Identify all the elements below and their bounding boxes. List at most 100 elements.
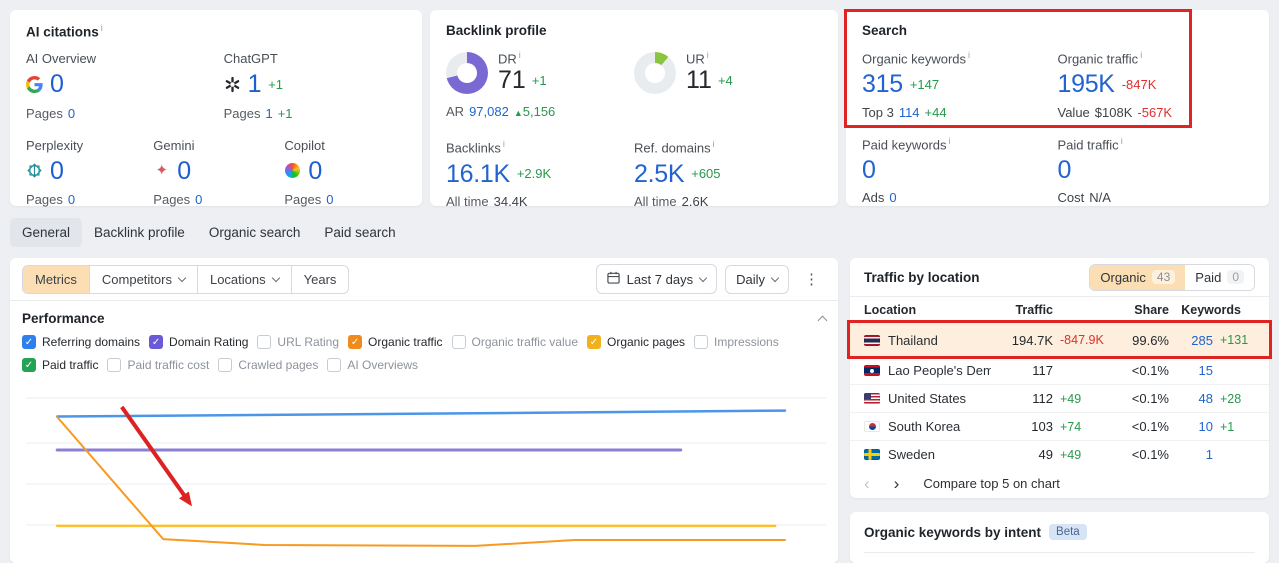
pages-link[interactable]: 0 xyxy=(326,192,333,207)
traffic-by-location-card: Traffic by location Organic 43 Paid 0 Loca… xyxy=(847,258,1272,498)
organic-paid-toggle: Organic 43 Paid 0 xyxy=(1089,263,1255,291)
filter-bar: Metrics Competitors Locations Years Last… xyxy=(10,258,838,300)
checkbox-organic-traffic[interactable]: ✓ Organic traffic xyxy=(348,335,443,349)
years-filter-button[interactable]: Years xyxy=(290,265,349,293)
checkbox-domain-rating[interactable]: ✓ Domain Rating xyxy=(149,335,248,349)
ai-citation-chatgpt: ChatGPT 1 +1 Pages 1 +1 xyxy=(223,51,293,121)
flag-sweden-icon xyxy=(864,449,880,460)
checkbox-icon[interactable] xyxy=(218,358,233,372)
checkbox-impressions[interactable]: Impressions xyxy=(694,335,779,349)
paid-traffic-link[interactable]: 0 xyxy=(1058,157,1072,184)
date-range-button[interactable]: Last 7 days xyxy=(595,264,718,294)
checkbox-icon[interactable]: ✓ xyxy=(149,335,164,349)
checkbox-icon[interactable]: ✓ xyxy=(22,335,36,349)
table-row-sweden[interactable]: Sweden 49 +49 <0.1% 1 xyxy=(850,440,1269,468)
flag-united-states-icon xyxy=(864,393,880,404)
backlinks-link[interactable]: 16.1K xyxy=(446,160,510,187)
ai-citation-ai-overview: AI Overview 0 Pages 0 xyxy=(26,51,97,121)
checkbox-paid-traffic-cost[interactable]: Paid traffic cost xyxy=(107,358,209,372)
checkbox-organic-traffic-value[interactable]: Organic traffic value xyxy=(451,335,578,349)
paid-count-badge: 0 xyxy=(1227,270,1244,284)
ur-donut xyxy=(634,51,676,94)
collapse-section-icon[interactable] xyxy=(817,315,828,326)
paid-traffic-block: Paid traffic i 0 Cost N/A xyxy=(1057,135,1123,206)
keywords-link[interactable]: 10 xyxy=(1169,419,1213,434)
info-icon: i xyxy=(518,50,521,60)
checkbox-crawled-pages[interactable]: Crawled pages xyxy=(218,358,318,372)
metrics-filter-button[interactable]: Metrics xyxy=(23,265,89,293)
checkbox-ai-overviews[interactable]: AI Overviews xyxy=(327,358,418,372)
checkbox-paid-traffic[interactable]: ✓ Paid traffic xyxy=(22,358,98,372)
tab-organic-search[interactable]: Organic search xyxy=(197,218,313,247)
info-icon: i xyxy=(1120,135,1123,146)
google-icon xyxy=(26,75,43,93)
domain-rating-block: DR i 71 +1 AR 97,082 ▲5,156 xyxy=(446,50,556,120)
organic-keywords-link[interactable]: 315 xyxy=(862,71,903,98)
checkbox-referring-domains[interactable]: ✓ Referring domains xyxy=(22,335,140,349)
more-options-button[interactable]: ⋮ xyxy=(797,267,826,291)
checkbox-icon[interactable] xyxy=(451,335,466,349)
toggle-organic[interactable]: Organic 43 xyxy=(1090,264,1186,290)
ur-value: 11 xyxy=(686,66,712,95)
checkbox-icon[interactable]: ✓ xyxy=(22,358,36,372)
checkbox-icon[interactable]: ✓ xyxy=(587,335,601,349)
ahrefs-rank-link[interactable]: 97,082 xyxy=(469,104,509,119)
table-row-laos[interactable]: Lao People's Democratic Rep 117 <0.1% 15 xyxy=(850,356,1269,384)
checkbox-icon[interactable] xyxy=(694,335,709,349)
copilot-value: 0 xyxy=(308,156,322,185)
gemini-value: 0 xyxy=(177,156,191,185)
beta-badge: Beta xyxy=(1049,524,1087,540)
performance-chart xyxy=(26,397,826,547)
traffic-by-location-title: Traffic by location xyxy=(864,269,980,285)
pages-link[interactable]: 0 xyxy=(68,106,75,121)
copilot-icon xyxy=(284,162,301,179)
ads-link[interactable]: 0 xyxy=(889,190,896,205)
table-row-united-states[interactable]: United States 112 +49 <0.1% 48 +28 xyxy=(850,384,1269,412)
paid-keywords-link[interactable]: 0 xyxy=(862,157,876,184)
search-card: Search Organic keywords i 315 +147 Top 3 11… xyxy=(846,10,1269,206)
ai-overview-value: 0 xyxy=(50,70,64,99)
checkbox-url-rating[interactable]: URL Rating xyxy=(257,335,339,349)
keywords-link[interactable]: 285 xyxy=(1169,333,1213,348)
chevron-down-icon xyxy=(177,273,187,282)
performance-card: Metrics Competitors Locations Years Last… xyxy=(10,258,838,563)
tab-backlink-profile[interactable]: Backlink profile xyxy=(82,218,197,247)
locations-filter-button[interactable]: Locations xyxy=(196,265,291,293)
info-icon: i xyxy=(968,50,971,60)
competitors-filter-button[interactable]: Competitors xyxy=(88,265,197,293)
ref-domains-link[interactable]: 2.5K xyxy=(634,160,685,187)
pages-link[interactable]: 0 xyxy=(195,192,202,207)
pagination-prev-icon[interactable]: ‹ xyxy=(864,475,870,492)
chevron-down-icon xyxy=(698,273,708,282)
chevron-down-icon xyxy=(271,273,280,282)
red-arrow-annotation xyxy=(120,405,192,507)
backlinks-block: Backlinks i 16.1K +2.9K All time 34.4K xyxy=(446,139,552,209)
perplexity-value: 0 xyxy=(50,156,64,185)
keywords-link[interactable]: 15 xyxy=(1169,363,1213,378)
info-icon: i xyxy=(100,23,103,33)
organic-traffic-link[interactable]: 195K xyxy=(1058,71,1115,98)
pages-link[interactable]: 1 xyxy=(265,106,272,121)
compare-top5-link[interactable]: Compare top 5 on chart xyxy=(923,476,1060,491)
pages-link[interactable]: 0 xyxy=(68,192,75,207)
tab-general[interactable]: General xyxy=(10,218,83,247)
granularity-button[interactable]: Daily xyxy=(725,264,789,294)
checkbox-icon[interactable] xyxy=(327,358,342,372)
checkbox-icon[interactable]: ✓ xyxy=(348,335,363,349)
checkbox-icon[interactable] xyxy=(107,358,122,372)
keywords-link[interactable]: 1 xyxy=(1169,447,1213,462)
table-row-thailand[interactable]: Thailand 194.7K -847.9K 99.6% 285 +131 xyxy=(850,323,1269,356)
info-icon: i xyxy=(948,135,951,146)
ai-citation-perplexity: Perplexity 0 Pages 0 xyxy=(26,137,84,207)
performance-section-title: Performance xyxy=(22,310,105,326)
keywords-link[interactable]: 48 xyxy=(1169,391,1213,406)
checkbox-icon[interactable] xyxy=(257,335,272,349)
table-row-south-korea[interactable]: South Korea 103 +74 <0.1% 10 +1 xyxy=(850,412,1269,440)
checkbox-organic-pages[interactable]: ✓ Organic pages xyxy=(587,335,685,349)
divider xyxy=(864,552,1255,553)
pagination-next-icon[interactable]: › xyxy=(894,475,900,492)
top3-link[interactable]: 114 xyxy=(899,105,920,120)
tab-paid-search[interactable]: Paid search xyxy=(312,218,407,247)
table-header: Location Traffic Share Keywords xyxy=(864,303,1241,317)
toggle-paid[interactable]: Paid 0 xyxy=(1185,264,1254,290)
